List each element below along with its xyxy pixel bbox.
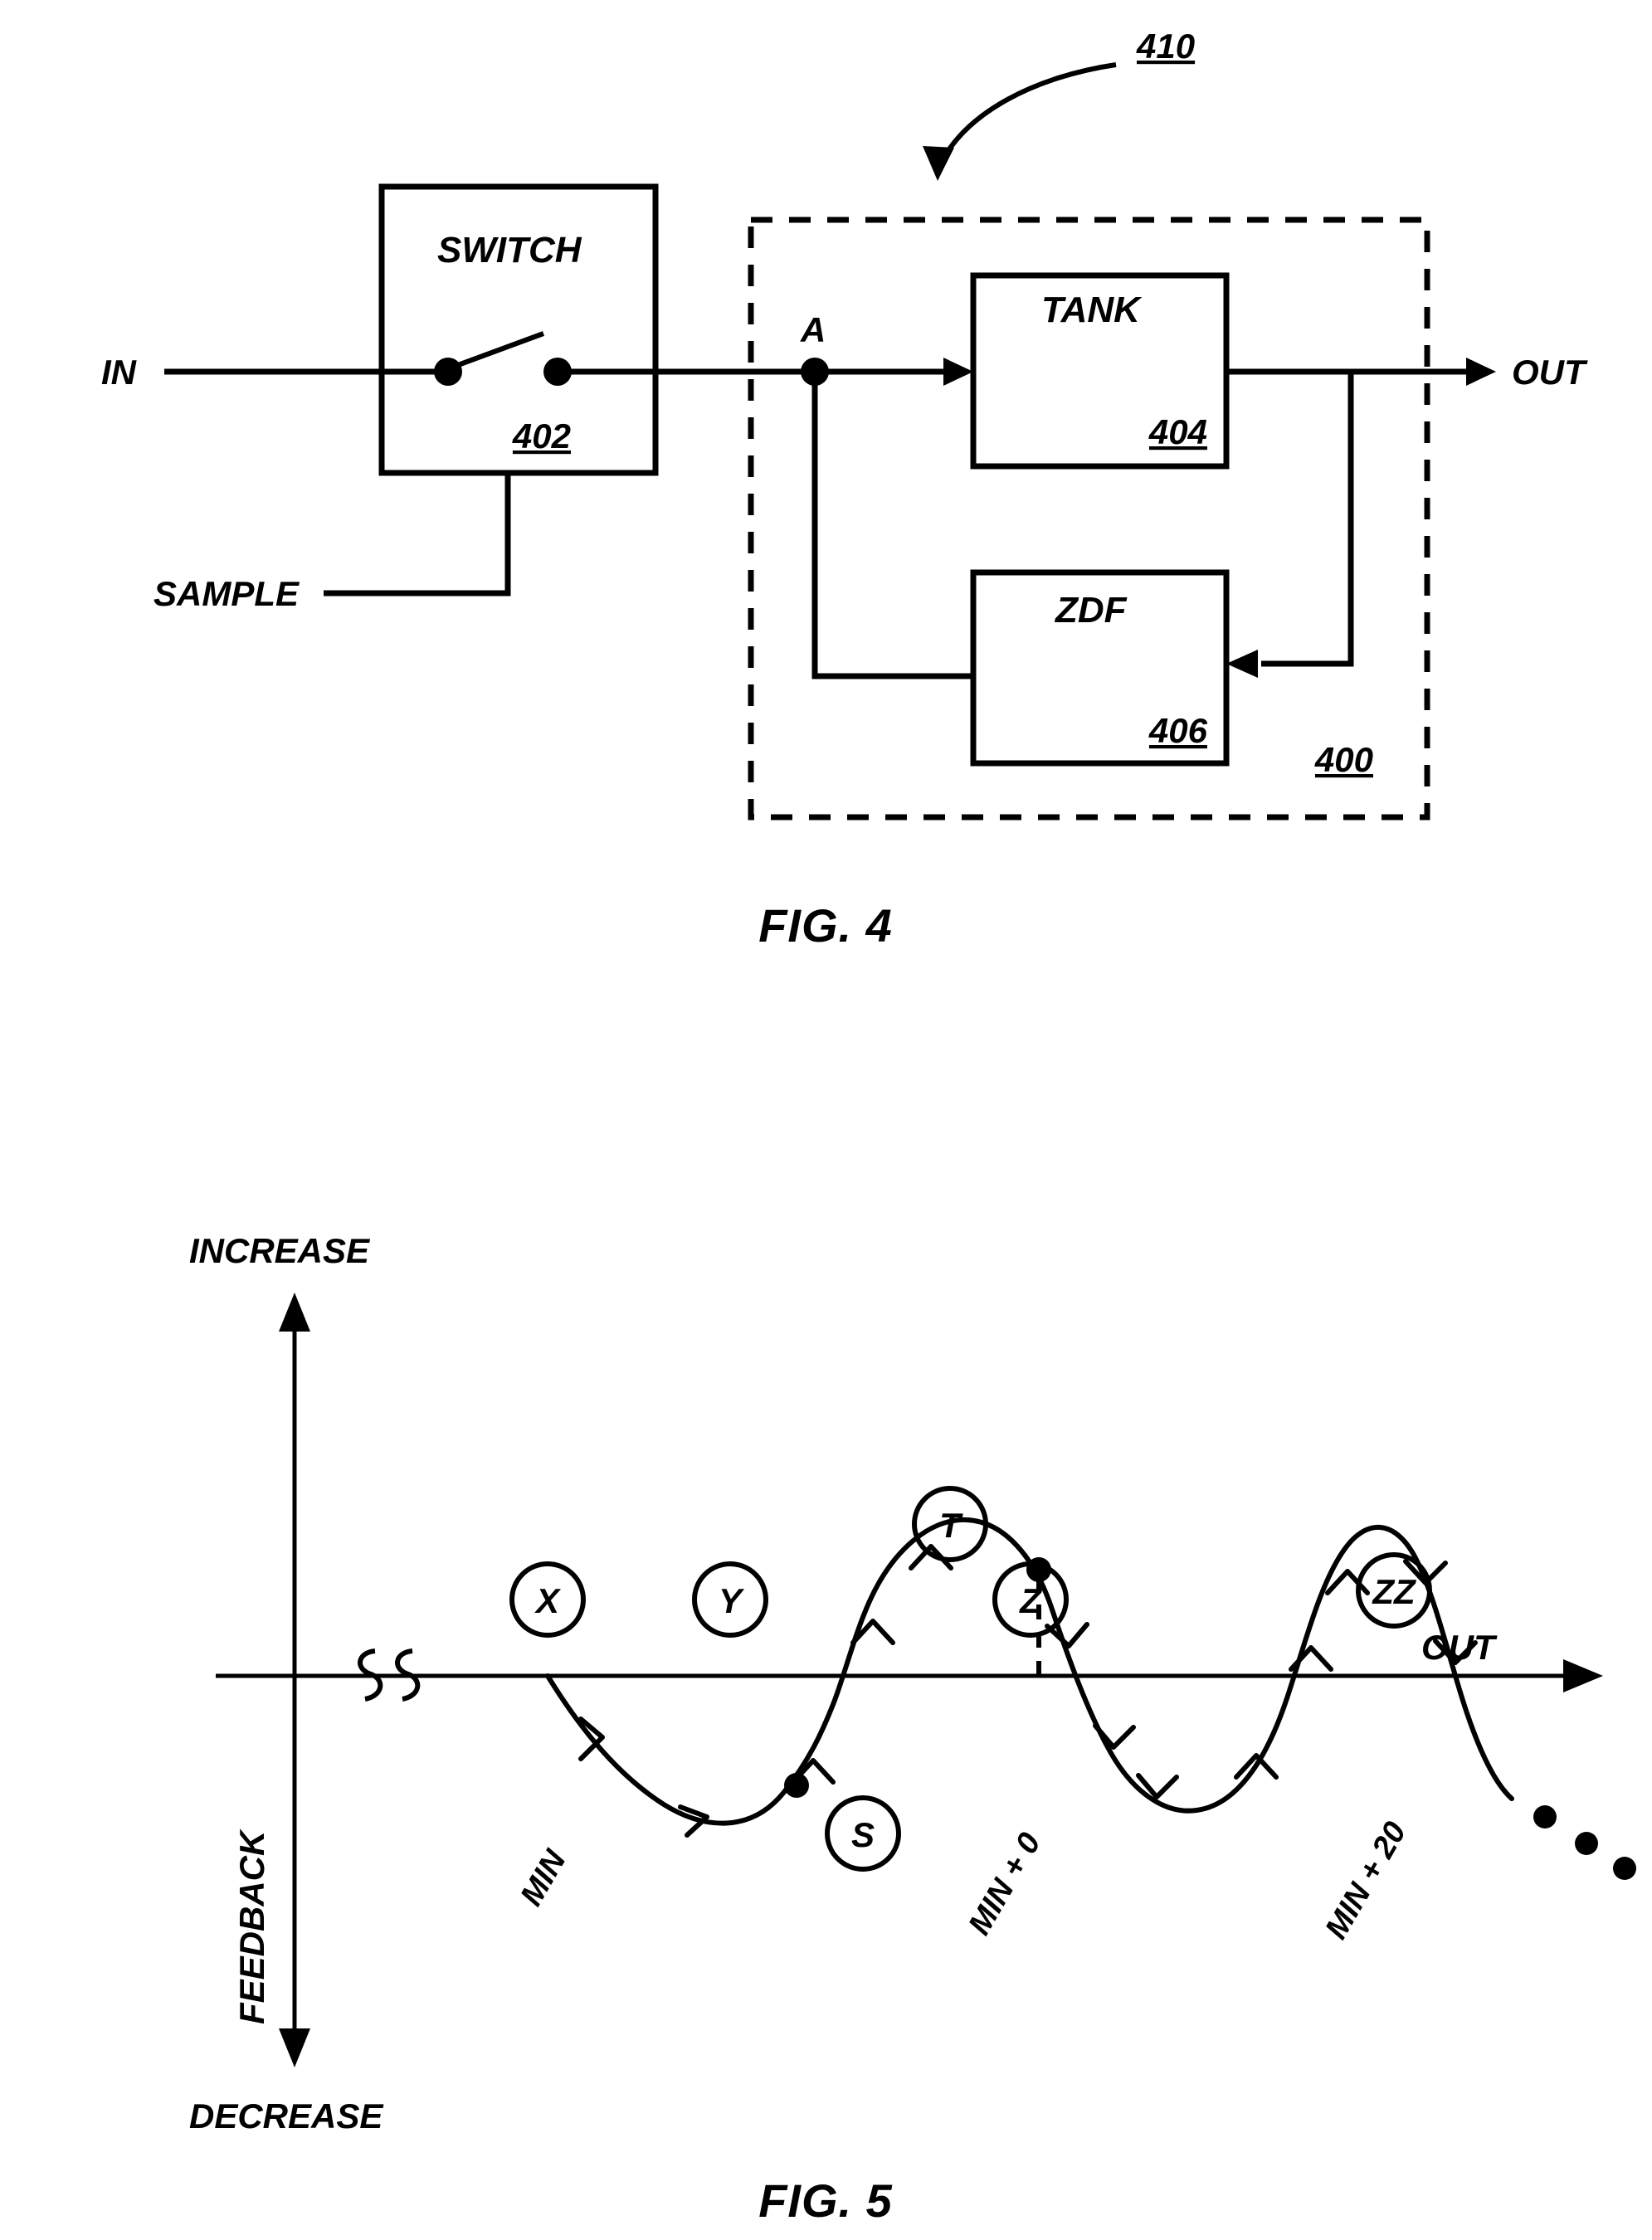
figure-5-caption: FIG. 5 — [758, 2174, 893, 2227]
y-axis-title: FEEDBACK — [232, 1829, 271, 2024]
zdf-ref-406: 406 — [1148, 711, 1208, 750]
switch-blade — [456, 331, 545, 368]
tank-input-arrowhead — [943, 358, 973, 386]
figure-4-caption: FIG. 4 — [758, 899, 893, 952]
y-axis-down-arrowhead — [279, 2028, 310, 2067]
switch-ref-402: 402 — [512, 416, 571, 455]
zdf-block-label: ZDF — [1054, 590, 1128, 631]
output-feedback-wire — [1261, 372, 1354, 667]
callout-arrowhead-410 — [923, 146, 954, 181]
zdf-feedback-arrowhead — [1226, 650, 1258, 678]
out-arrowhead — [1466, 358, 1496, 386]
input-port-label: IN — [101, 353, 138, 392]
ellipsis-dots — [1533, 1805, 1636, 1880]
marker-zz-label: ZZ — [1372, 1572, 1416, 1611]
sample-wire — [324, 473, 511, 597]
tank-ref-404: 404 — [1148, 412, 1207, 451]
system-ref-400: 400 — [1314, 740, 1373, 779]
marker-zz: ZZ — [1356, 1552, 1432, 1629]
output-port-label: OUT — [1512, 353, 1588, 392]
switch-block-label: SWITCH — [437, 230, 582, 270]
marker-z-label: Z — [1019, 1581, 1042, 1620]
x-axis-arrowhead — [1563, 1659, 1603, 1692]
marker-y: Y — [692, 1561, 768, 1638]
tick-label-min-plus-20: MIN + 20 — [1318, 1816, 1413, 1945]
sample-port-label: SAMPLE — [154, 574, 300, 613]
y-axis-top-label: INCREASE — [189, 1231, 371, 1270]
marker-s-label: S — [851, 1815, 875, 1854]
marker-x: X — [509, 1561, 586, 1638]
drawing-sheet: 410 SWITCH 402 IN SAMPLE 400 A TANK 404 — [0, 0, 1652, 2227]
switch-contact-left — [434, 358, 462, 386]
marker-s: S — [825, 1795, 901, 1872]
y-axis-bottom-label: DECREASE — [189, 2096, 384, 2135]
tick-label-min-plus-0: MIN + 0 — [962, 1827, 1047, 1941]
callout-410-label: 410 — [1136, 27, 1195, 66]
tick-label-min: MIN — [514, 1843, 573, 1912]
node-a-label: A — [800, 310, 826, 349]
tank-block-label: TANK — [1041, 290, 1143, 330]
callout-leader-410 — [935, 62, 1117, 172]
marker-y-label: Y — [719, 1581, 745, 1620]
sample-point-s-dot — [784, 1773, 809, 1798]
node-a-feedback-wire — [811, 372, 973, 679]
figure-4: 410 SWITCH 402 IN SAMPLE 400 A TANK 404 — [101, 27, 1588, 952]
marker-t-label: T — [939, 1506, 963, 1545]
y-axis-up-arrowhead — [279, 1293, 310, 1332]
marker-x-label: X — [534, 1581, 562, 1620]
figure-5: INCREASE DECREASE FEEDBACK OUT X Y S T Z… — [189, 1231, 1636, 2227]
marker-t: T — [912, 1486, 988, 1562]
